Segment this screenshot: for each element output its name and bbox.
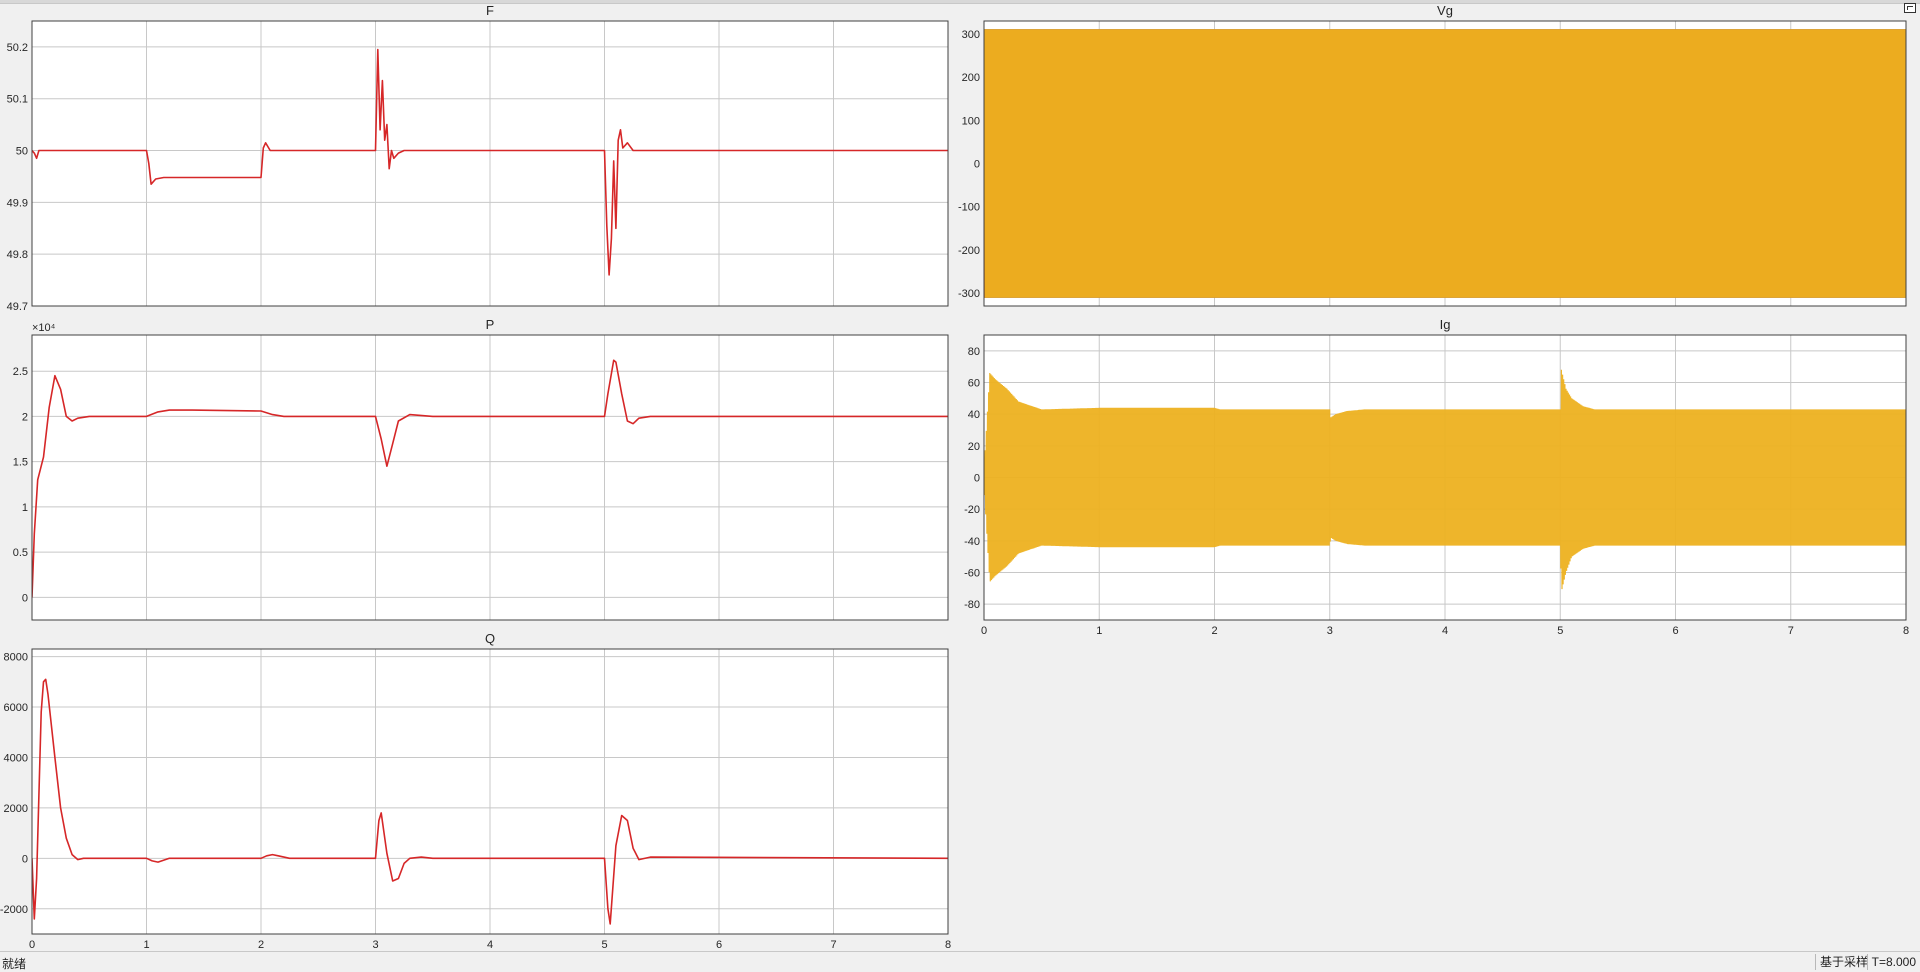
sample-mode-label[interactable]: 基于采样 <box>1814 954 1872 970</box>
x-tick-label: 6 <box>1672 625 1678 637</box>
x-tick-label: 8 <box>945 939 951 951</box>
y-tick-label: -80 <box>964 599 980 611</box>
y-tick-label: 8000 <box>4 652 28 664</box>
y-tick-label: 2000 <box>4 803 28 815</box>
y-tick-label: 100 <box>962 115 980 127</box>
axes-title: Q <box>485 631 495 646</box>
axes-q: -2000 0 2000 4000 6000 8000 0 1 2 3 4 5 6 7 8 Q <box>0 631 951 951</box>
y-tick-label: 300 <box>962 29 980 41</box>
series-line <box>984 29 1906 298</box>
y-tick-label: 4000 <box>4 752 28 764</box>
y-tick-label: 1 <box>22 502 28 514</box>
axes-vg: -300 -200 -100 0 100 200 300 Vg <box>958 3 1907 307</box>
simulation-time: T=8.000 <box>1866 954 1920 970</box>
x-tick-label: 0 <box>981 625 987 637</box>
axes-title: Ig <box>1440 317 1451 332</box>
y-tick-label: 2.5 <box>13 366 28 378</box>
x-tick-label: 5 <box>1557 625 1563 637</box>
x-tick-label: 7 <box>830 939 836 951</box>
y-tick-label: -2000 <box>0 904 28 916</box>
axes-title: F <box>486 3 494 18</box>
y-tick-label: 49.7 <box>7 301 28 313</box>
plot-vg <box>984 29 1906 298</box>
y-tick-label: 49.8 <box>7 249 28 261</box>
y-tick-label: 20 <box>968 441 980 453</box>
status-text: 就绪 <box>2 957 27 971</box>
x-tick-label: 3 <box>1327 625 1333 637</box>
undock-icon[interactable] <box>1904 3 1916 13</box>
x-tick-label: 3 <box>372 939 378 951</box>
scope-figure: 49.749.849.95050.150.2F-300-200-10001002… <box>0 3 1909 951</box>
y-tick-label: -100 <box>958 202 980 214</box>
x-tick-label: 4 <box>1442 625 1448 637</box>
y-tick-label: 40 <box>968 409 980 421</box>
y-tick-label: 50.2 <box>7 42 28 54</box>
x-tick-label: 1 <box>1096 625 1102 637</box>
axes-ig: -80 -60 -40 -20 0 20 40 60 80 0 1 2 3 4 5 6 7 8 Ig <box>964 317 1909 637</box>
x-tick-label: 1 <box>143 939 149 951</box>
axes-title: Vg <box>1437 3 1453 18</box>
y-tick-label: 50 <box>16 146 28 158</box>
y-tick-label: 6000 <box>4 702 28 714</box>
axes-title: P <box>486 317 495 332</box>
y-tick-label: -300 <box>958 288 980 300</box>
x-tick-label: 4 <box>487 939 493 951</box>
y-tick-label: 50.1 <box>7 94 28 106</box>
y-tick-label: 80 <box>968 346 980 358</box>
status-bar: 就绪 基于采样 T=8.000 <box>0 951 1920 971</box>
y-tick-label: 0 <box>974 473 980 485</box>
x-tick-label: 6 <box>716 939 722 951</box>
x-tick-label: 2 <box>1211 625 1217 637</box>
y-tick-label: 0 <box>22 853 28 865</box>
x-tick-label: 5 <box>601 939 607 951</box>
axes-p: 0 0.5 1 1.5 2 2.5 P ×10⁴ <box>13 317 949 621</box>
y-tick-label: -60 <box>964 568 980 580</box>
y-tick-label: 60 <box>968 378 980 390</box>
y-tick-label: -40 <box>964 536 980 548</box>
x-tick-label: 7 <box>1788 625 1794 637</box>
y-tick-label: 0 <box>974 159 980 171</box>
y-tick-label: -200 <box>958 245 980 257</box>
x-tick-label: 0 <box>29 939 35 951</box>
scope-plot-area: 49.7 49.8 49.9 50 50.1 50.2 F -300 -200 -100 0 100 2… <box>0 0 1920 951</box>
y-tick-label: -20 <box>964 504 980 516</box>
y-tick-label: 0 <box>22 592 28 604</box>
x-tick-label: 2 <box>258 939 264 951</box>
y-tick-label: 49.9 <box>7 197 28 209</box>
y-exponent-label: ×10⁴ <box>32 322 56 334</box>
axes-f: 49.7 49.8 49.9 50 50.1 50.2 F <box>7 3 949 313</box>
x-tick-label: 8 <box>1903 625 1909 637</box>
y-tick-label: 0.5 <box>13 547 28 559</box>
y-tick-label: 200 <box>962 72 980 84</box>
y-tick-label: 2 <box>22 411 28 423</box>
y-tick-label: 1.5 <box>13 457 28 469</box>
